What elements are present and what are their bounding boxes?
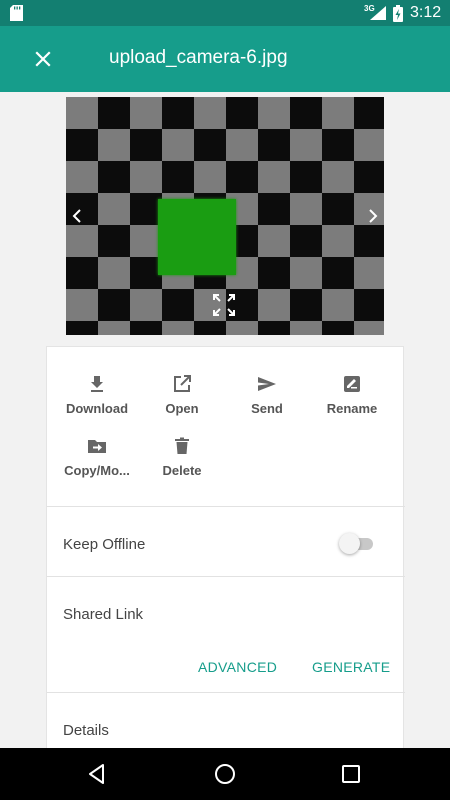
send-icon xyxy=(258,377,276,391)
keep-offline-label: Keep Offline xyxy=(63,536,146,553)
battery-charging-icon xyxy=(393,5,403,22)
trash-icon xyxy=(175,437,189,454)
status-bar: 3G 3:12 xyxy=(0,0,450,26)
copy-move-icon xyxy=(88,440,106,453)
shared-link-label: Shared Link xyxy=(63,606,144,623)
system-nav-bar xyxy=(0,748,450,800)
send-button[interactable]: Send xyxy=(228,374,306,416)
send-label: Send xyxy=(251,401,283,416)
copy-move-button[interactable]: Copy/Mo... xyxy=(58,436,136,478)
divider xyxy=(47,692,405,693)
rename-icon xyxy=(344,376,360,392)
fullscreen-icon[interactable] xyxy=(212,293,236,317)
file-title: upload_camera-6.jpg xyxy=(109,47,288,68)
rename-button[interactable]: Rename xyxy=(313,374,391,416)
generate-button[interactable]: GENERATE xyxy=(312,659,390,675)
recents-icon[interactable] xyxy=(340,763,362,785)
sd-card-icon xyxy=(10,5,23,21)
download-icon xyxy=(91,376,103,392)
download-label: Download xyxy=(65,401,129,416)
file-details-card: Download Open Send Rename Copy/Mo... Del… xyxy=(46,346,405,748)
image-preview[interactable] xyxy=(66,97,384,335)
copy-move-label: Copy/Mo... xyxy=(64,463,130,478)
keep-offline-toggle[interactable] xyxy=(339,533,375,555)
signal-icon xyxy=(370,6,386,20)
details-label: Details xyxy=(63,722,109,739)
green-square xyxy=(158,199,236,275)
advanced-button[interactable]: ADVANCED xyxy=(198,659,277,675)
toggle-thumb xyxy=(339,533,360,554)
clock: 3:12 xyxy=(410,4,442,21)
divider xyxy=(47,576,405,577)
open-external-icon xyxy=(174,375,191,392)
open-button[interactable]: Open xyxy=(143,374,221,416)
download-button[interactable]: Download xyxy=(58,374,136,416)
chevron-left-icon[interactable] xyxy=(70,207,84,225)
rename-label: Rename xyxy=(326,401,378,416)
home-icon[interactable] xyxy=(214,763,236,785)
delete-label: Delete xyxy=(162,463,202,478)
open-label: Open xyxy=(165,401,199,416)
delete-button[interactable]: Delete xyxy=(143,436,221,478)
close-icon[interactable] xyxy=(30,46,56,72)
back-icon[interactable] xyxy=(86,763,108,785)
app-bar: upload_camera-6.jpg xyxy=(0,26,450,92)
chevron-right-icon[interactable] xyxy=(366,207,380,225)
divider xyxy=(47,506,405,507)
